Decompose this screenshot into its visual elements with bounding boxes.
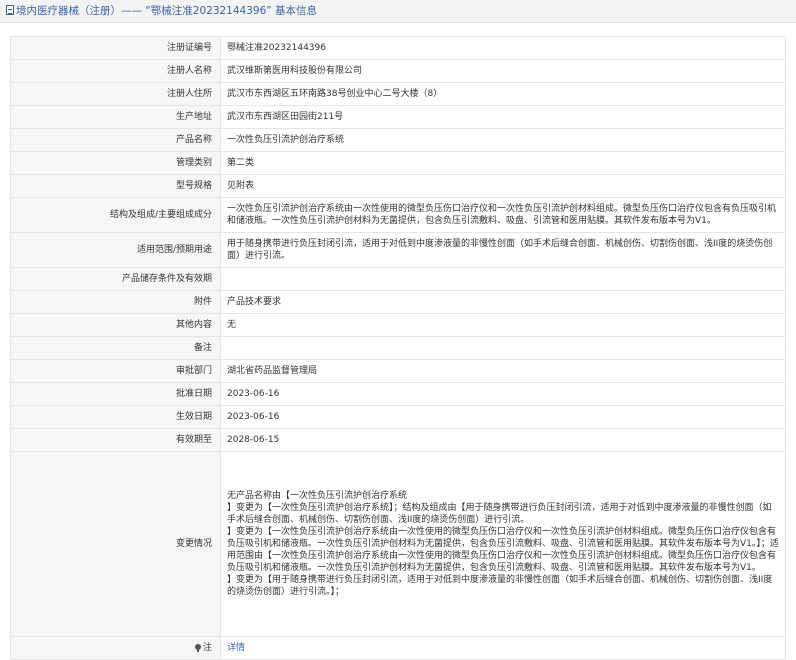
row-approval-dept: 审批部门 湖北省药品监督管理局 [10, 359, 786, 383]
change-line: 】变更为【一次性负压引流护创治疗系统由一次性使用的微型负压伤口治疗仪和一次性负压… [227, 527, 779, 573]
row-intended-use: 适用范围/预期用途 用于随身携带进行负压封闭引流，适用于对低到中度渗液量的非慢性… [10, 232, 786, 268]
value-change-history: 无产品名称由【一次性负压引流护创治疗系统 】变更为【一次性负压引流护创治疗系统】… [220, 451, 786, 637]
value-expiry-date: 2028-06-15 [220, 428, 786, 452]
detail-container: 注册证编号 鄂械注准20232144396 注册人名称 武汉维斯第医用科技股份有… [0, 23, 796, 660]
label-model-spec: 型号规格 [10, 174, 221, 198]
label-expiry-date: 有效期至 [10, 428, 221, 452]
row-model-spec: 型号规格 见附表 [10, 174, 786, 198]
row-expiry-date: 有效期至 2028-06-15 [10, 428, 786, 452]
label-change-history: 变更情况 [10, 451, 221, 637]
value-registrant-name: 武汉维斯第医用科技股份有限公司 [220, 59, 786, 83]
value-note: 详情 [220, 636, 786, 660]
page-title: 境内医疗器械（注册）—— “鄂械注准20232144396” 基本信息 [16, 5, 318, 17]
label-other: 其他内容 [10, 313, 221, 337]
change-line: 】变更为【一次性负压引流护创治疗系统】；结构及组成由【用于随身携带进行负压封闭引… [227, 503, 772, 525]
label-approval-dept: 审批部门 [10, 359, 221, 383]
row-registrant-address: 注册人住所 武汉市东西湖区五环南路38号创业中心二号大楼（8） [10, 82, 786, 106]
row-change-history: 变更情况 无产品名称由【一次性负压引流护创治疗系统 】变更为【一次性负压引流护创… [10, 451, 786, 637]
row-effective-date: 生效日期 2023-06-16 [10, 405, 786, 429]
row-note: 注 详情 [10, 636, 786, 660]
value-registrant-address: 武汉市东西湖区五环南路38号创业中心二号大楼（8） [220, 82, 786, 106]
change-line: 】变更为【用于随身携带进行负压封闭引流，适用于对低到中度渗液量的非慢性创面（如手… [227, 575, 773, 597]
label-registrant-name: 注册人名称 [10, 59, 221, 83]
value-attachment: 产品技术要求 [220, 290, 786, 314]
value-intended-use: 用于随身携带进行负压封闭引流，适用于对低到中度渗液量的非慢性创面（如手术后缝合创… [220, 232, 786, 268]
row-remark: 备注 [10, 336, 786, 360]
label-product-name: 产品名称 [10, 128, 221, 152]
label-remark: 备注 [10, 336, 221, 360]
page-header: 境内医疗器械（注册）—— “鄂械注准20232144396” 基本信息 [0, 0, 796, 23]
detail-table: 注册证编号 鄂械注准20232144396 注册人名称 武汉维斯第医用科技股份有… [10, 36, 786, 660]
row-product-name: 产品名称 一次性负压引流护创治疗系统 [10, 128, 786, 152]
label-production-address: 生产地址 [10, 105, 221, 129]
row-storage: 产品储存条件及有效期 [10, 267, 786, 291]
label-note: 注 [202, 643, 212, 653]
value-remark [220, 336, 786, 360]
row-other: 其他内容 无 [10, 313, 786, 337]
row-production-address: 生产地址 武汉市东西湖区田园街211号 [10, 105, 786, 129]
value-production-address: 武汉市东西湖区田园街211号 [220, 105, 786, 129]
label-note-cell: 注 [10, 636, 221, 660]
value-management-class: 第二类 [220, 151, 786, 175]
label-storage: 产品储存条件及有效期 [10, 267, 221, 291]
row-structure: 结构及组成/主要组成成分 一次性负压引流护创治疗系统由一次性使用的微型负压伤口治… [10, 197, 786, 233]
value-storage [220, 267, 786, 291]
label-attachment: 附件 [10, 290, 221, 314]
row-management-class: 管理类别 第二类 [10, 151, 786, 175]
label-structure: 结构及组成/主要组成成分 [10, 197, 221, 233]
value-approval-date: 2023-06-16 [220, 382, 786, 406]
details-link[interactable]: 详情 [227, 643, 245, 653]
value-other: 无 [220, 313, 786, 337]
label-registrant-address: 注册人住所 [10, 82, 221, 106]
label-intended-use: 适用范围/预期用途 [10, 232, 221, 268]
value-product-name: 一次性负压引流护创治疗系统 [220, 128, 786, 152]
value-effective-date: 2023-06-16 [220, 405, 786, 429]
label-reg-no: 注册证编号 [10, 36, 221, 60]
document-icon [6, 5, 14, 15]
label-effective-date: 生效日期 [10, 405, 221, 429]
note-icon [194, 644, 201, 652]
label-approval-date: 批准日期 [10, 382, 221, 406]
row-approval-date: 批准日期 2023-06-16 [10, 382, 786, 406]
row-attachment: 附件 产品技术要求 [10, 290, 786, 314]
value-structure: 一次性负压引流护创治疗系统由一次性使用的微型负压伤口治疗仪和一次性负压引流护创材… [220, 197, 786, 233]
change-line: 无产品名称由【一次性负压引流护创治疗系统 [227, 491, 408, 501]
value-model-spec: 见附表 [220, 174, 786, 198]
row-reg-no: 注册证编号 鄂械注准20232144396 [10, 36, 786, 60]
value-approval-dept: 湖北省药品监督管理局 [220, 359, 786, 383]
label-management-class: 管理类别 [10, 151, 221, 175]
row-registrant-name: 注册人名称 武汉维斯第医用科技股份有限公司 [10, 59, 786, 83]
value-reg-no: 鄂械注准20232144396 [220, 36, 786, 60]
